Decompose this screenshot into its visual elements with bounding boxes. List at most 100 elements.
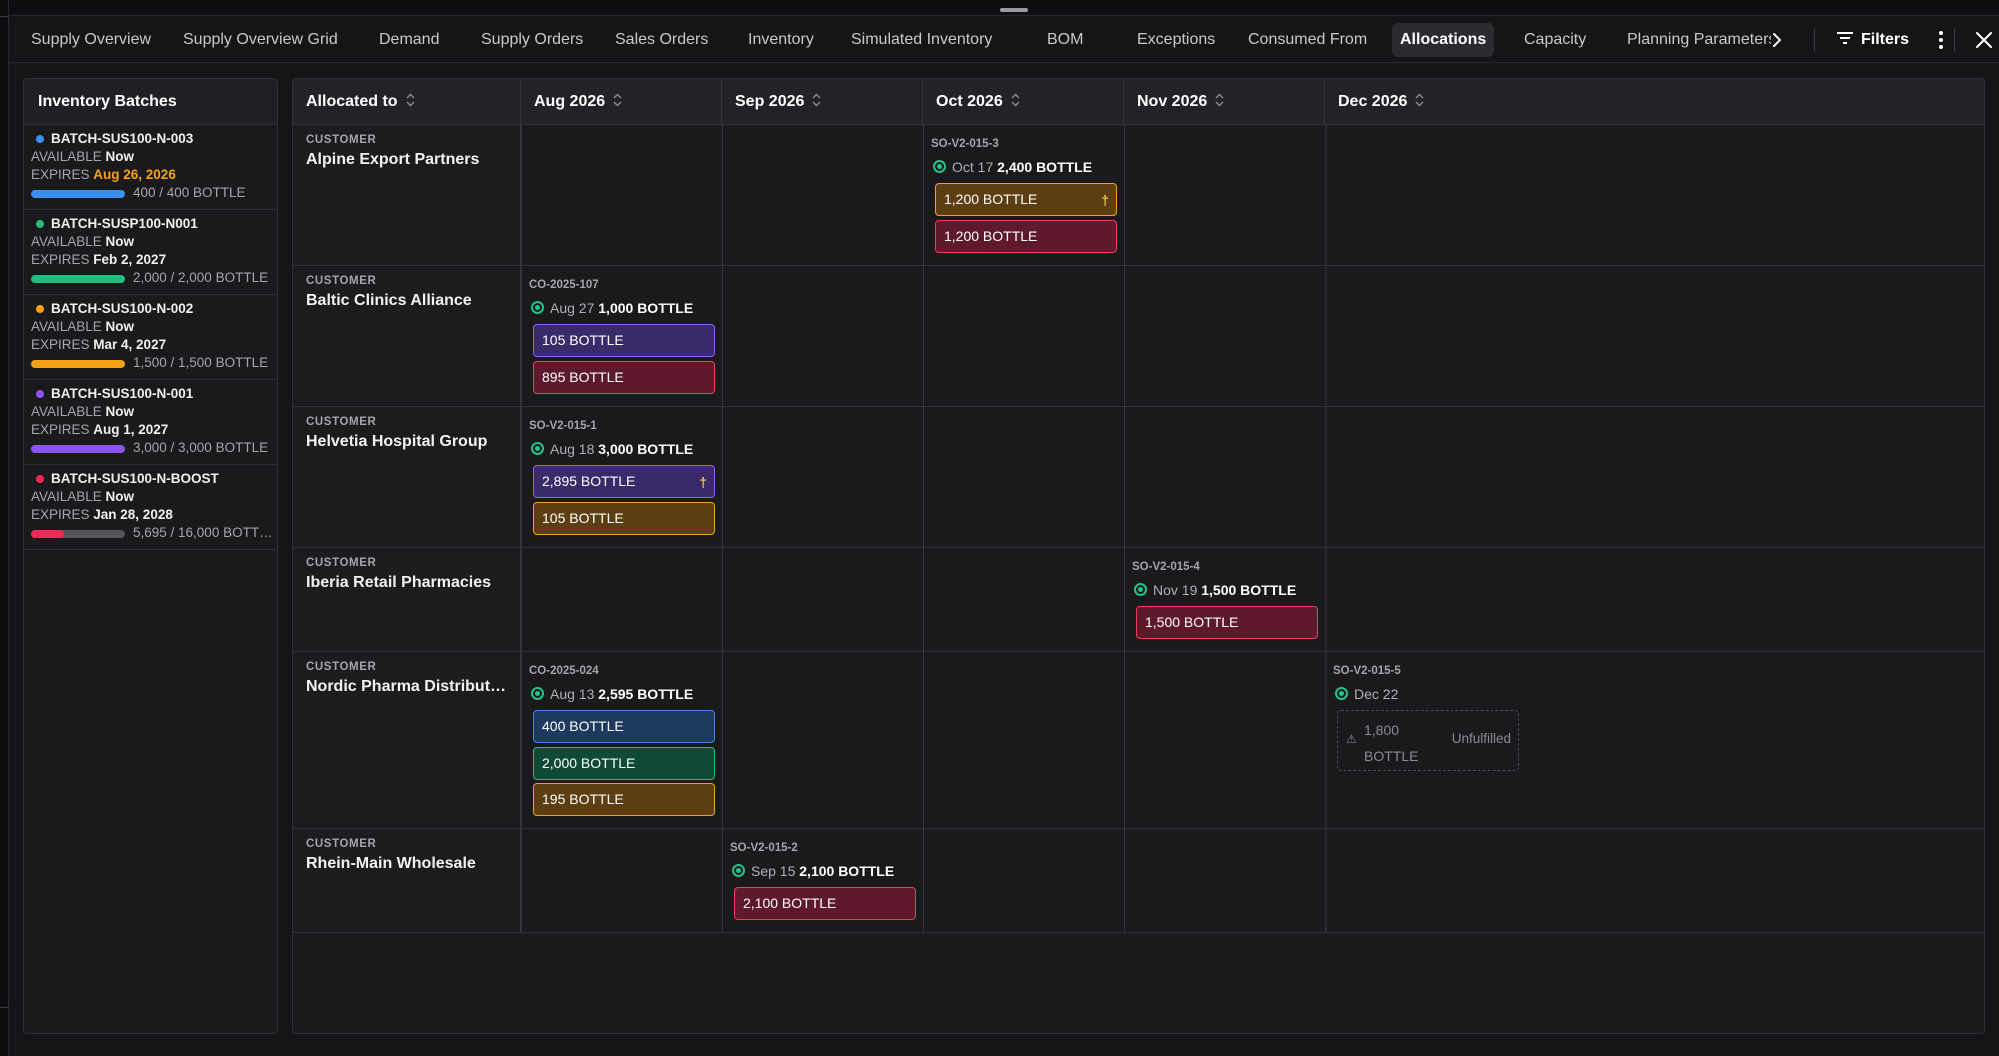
order-id: SO-V2-015-1 xyxy=(529,420,597,432)
batch-quantity: 1,500 / 1,500 BOTTLE xyxy=(133,355,269,370)
tab-supply-overview[interactable]: Supply Overview xyxy=(23,23,159,57)
order-block[interactable]: SO-V2-015-1 Aug 18 3,000 BOTTLE xyxy=(529,419,693,458)
customer-type-label: CUSTOMER xyxy=(306,275,377,287)
status-ok-icon xyxy=(531,687,544,701)
pin-icon[interactable]: † xyxy=(699,467,707,498)
allocation-label: 195 BOTTLE xyxy=(542,791,624,807)
chevron-right-icon[interactable] xyxy=(1768,31,1786,49)
sort-icon[interactable] xyxy=(1011,93,1020,107)
batch-name: BATCH-SUS100-N-003 xyxy=(31,130,277,148)
order-block[interactable]: CO-2025-024 Aug 13 2,595 BOTTLE xyxy=(529,664,693,703)
expires-value: Mar 4, 2027 xyxy=(93,337,167,352)
tab-simulated-inventory[interactable]: Simulated Inventory xyxy=(843,23,1000,57)
customer-type-label: CUSTOMER xyxy=(306,416,377,428)
table-row: CUSTOMER Rhein-Main Wholesale SO-V2-015-2 S… xyxy=(293,829,1984,933)
column-header-allocated-to[interactable]: Allocated to xyxy=(293,79,521,125)
order-block[interactable]: SO-V2-015-5 Dec 22 xyxy=(1333,664,1401,703)
inventory-batches-panel: Inventory Batches BATCH-SUS100-N-003 AVAI… xyxy=(23,78,278,1034)
status-ok-icon xyxy=(531,442,544,456)
order-date-text: Aug 18 xyxy=(550,441,595,457)
allocation-chip[interactable]: 895 BOTTLE xyxy=(533,360,715,394)
customer-cell[interactable]: CUSTOMER Iberia Retail Pharmacies xyxy=(293,548,521,651)
sort-icon[interactable] xyxy=(1415,93,1424,107)
allocation-chip[interactable]: 2,000 BOTTLE xyxy=(533,746,715,780)
batch-name-text: BATCH-SUS100-N-BOOST xyxy=(51,471,219,486)
customer-cell[interactable]: CUSTOMER Helvetia Hospital Group xyxy=(293,407,521,547)
batch-available: AVAILABLE Now xyxy=(31,403,277,421)
order-quantity: 2,100 BOTTLE xyxy=(799,863,895,879)
allocation-chip[interactable]: 2,100 BOTTLE xyxy=(734,887,916,920)
batch-item[interactable]: BATCH-SUSP100-N001 AVAILABLE Now EXPIRES F… xyxy=(24,210,277,295)
batch-item[interactable]: BATCH-SUS100-N-BOOST AVAILABLE Now EXPIRES… xyxy=(24,465,277,550)
order-block[interactable]: SO-V2-015-4 Nov 19 1,500 BOTTLE xyxy=(1132,560,1296,599)
customer-cell[interactable]: CUSTOMER Baltic Clinics Alliance xyxy=(293,266,521,406)
close-icon[interactable] xyxy=(1973,29,1995,51)
expires-label: EXPIRES xyxy=(31,422,94,437)
allocation-chip[interactable]: 2,895 BOTTLE † xyxy=(533,465,715,498)
customer-cell[interactable]: CUSTOMER Rhein-Main Wholesale xyxy=(293,829,521,932)
order-date-text: Dec 22 xyxy=(1354,686,1399,702)
customer-cell[interactable]: CUSTOMER Alpine Export Partners xyxy=(293,125,521,265)
sort-icon[interactable] xyxy=(613,93,622,107)
column-header-dec-2026[interactable]: Dec 2026 xyxy=(1325,79,1984,125)
column-header-nov-2026[interactable]: Nov 2026 xyxy=(1124,79,1325,125)
pin-icon[interactable]: † xyxy=(1101,185,1109,216)
column-header-oct-2026[interactable]: Oct 2026 xyxy=(923,79,1124,125)
sort-icon[interactable] xyxy=(812,93,821,107)
order-block[interactable]: CO-2025-107 Aug 27 1,000 BOTTLE xyxy=(529,278,693,317)
allocation-chip[interactable]: 1,500 BOTTLE xyxy=(1136,606,1318,639)
batch-item[interactable]: BATCH-SUS100-N-002 AVAILABLE Now EXPIRES M… xyxy=(24,295,277,380)
order-id: SO-V2-015-5 xyxy=(1333,665,1401,677)
tab-allocations[interactable]: Allocations xyxy=(1392,23,1495,57)
batch-available: AVAILABLE Now xyxy=(31,488,277,506)
column-header-sep-2026[interactable]: Sep 2026 xyxy=(722,79,923,125)
tab-planning-parameters[interactable]: Planning Parameters xyxy=(1619,23,1771,57)
warning-icon: ⚠ xyxy=(1346,732,1357,746)
tab-bom[interactable]: BOM xyxy=(1039,23,1091,57)
available-value: Now xyxy=(105,489,135,504)
expires-value: Feb 2, 2027 xyxy=(93,252,167,267)
order-date: Aug 27 1,000 BOTTLE xyxy=(529,299,693,317)
drag-handle[interactable] xyxy=(1000,8,1028,12)
customer-cell[interactable]: CUSTOMER Nordic Pharma Distributors xyxy=(293,652,521,828)
unfulfilled-quantity: 1,800 BOTTLE xyxy=(1364,722,1419,764)
sort-icon[interactable] xyxy=(1215,93,1224,107)
tab-supply-overview-grid[interactable]: Supply Overview Grid xyxy=(175,23,346,57)
allocation-chip[interactable]: 1,200 BOTTLE xyxy=(935,219,1117,253)
order-block[interactable]: SO-V2-015-3 Oct 17 2,400 BOTTLE xyxy=(931,137,1092,176)
batch-name: BATCH-SUS100-N-002 xyxy=(31,300,277,318)
customer-name: Nordic Pharma Distributors xyxy=(306,678,514,695)
allocation-label: 105 BOTTLE xyxy=(542,509,624,526)
tab-demand[interactable]: Demand xyxy=(371,23,447,57)
batch-item[interactable]: BATCH-SUS100-N-003 AVAILABLE Now EXPIRES A… xyxy=(24,125,277,210)
sort-icon[interactable] xyxy=(406,93,415,107)
filters-button[interactable]: Filters xyxy=(1829,23,1917,57)
tab-exceptions[interactable]: Exceptions xyxy=(1129,23,1223,57)
allocation-chip[interactable]: 105 BOTTLE xyxy=(533,324,715,357)
allocation-label: 400 BOTTLE xyxy=(542,718,624,734)
expires-label: EXPIRES xyxy=(31,167,94,182)
allocation-chip[interactable]: 400 BOTTLE xyxy=(533,710,715,743)
column-header-label: Dec 2026 xyxy=(1338,93,1408,110)
tab-sales-orders[interactable]: Sales Orders xyxy=(607,23,716,57)
batch-color-dot xyxy=(36,305,44,313)
batch-item[interactable]: BATCH-SUS100-N-001 AVAILABLE Now EXPIRES A… xyxy=(24,380,277,465)
available-label: AVAILABLE xyxy=(31,489,106,504)
expires-value: Aug 1, 2027 xyxy=(93,422,169,437)
tab-supply-orders[interactable]: Supply Orders xyxy=(473,23,591,57)
allocation-chip[interactable]: 195 BOTTLE xyxy=(533,783,715,816)
kebab-icon[interactable] xyxy=(1930,28,1952,52)
tab-inventory[interactable]: Inventory xyxy=(740,23,822,57)
unfulfilled-placeholder[interactable]: ⚠ 1,800 BOTTLE Unfulfilled xyxy=(1337,710,1519,771)
allocation-chip[interactable]: 1,200 BOTTLE † xyxy=(935,183,1117,216)
order-date-text: Sep 15 xyxy=(751,863,796,879)
order-date-text: Oct 17 xyxy=(952,159,994,175)
tab-capacity[interactable]: Capacity xyxy=(1516,23,1594,57)
column-header-aug-2026[interactable]: Aug 2026 xyxy=(521,79,722,125)
tab-consumed-from[interactable]: Consumed From xyxy=(1240,23,1375,57)
allocation-chip[interactable]: 105 BOTTLE xyxy=(533,501,715,535)
order-block[interactable]: SO-V2-015-2 Sep 15 2,100 BOTTLE xyxy=(730,841,894,880)
order-id: SO-V2-015-4 xyxy=(1132,561,1200,573)
batch-color-dot xyxy=(36,135,44,143)
batch-expires: EXPIRES Jan 28, 2028 xyxy=(31,506,277,524)
